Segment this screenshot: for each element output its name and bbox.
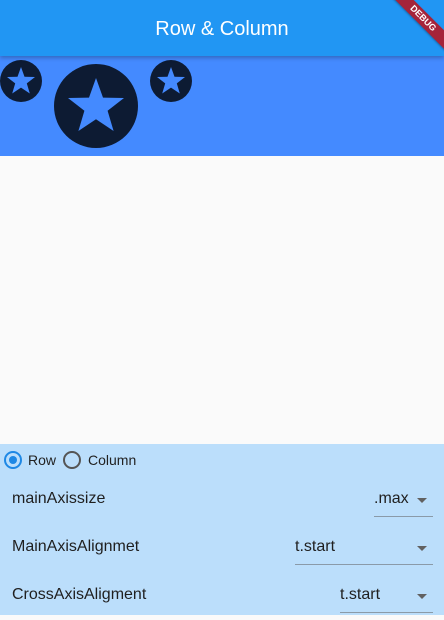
setting-label: mainAxissize — [12, 490, 106, 507]
content-area — [0, 156, 444, 444]
setting-cross-axis-alignment: CrossAxisAligment t.start — [0, 572, 444, 620]
page-title: Row & Column — [155, 18, 289, 40]
setting-label: MainAxisAlignmet — [12, 538, 140, 555]
setting-main-axis-size: mainAxissize .max — [0, 476, 444, 524]
setting-main-axis-alignment: MainAxisAlignmet t.start — [0, 524, 444, 572]
radio-column-label[interactable]: Column — [88, 452, 136, 468]
main-axis-alignment-dropdown[interactable]: t.start — [295, 532, 433, 565]
star-icon — [150, 60, 192, 102]
radio-column[interactable] — [63, 451, 81, 469]
dropdown-value: .max — [374, 490, 409, 507]
radio-row[interactable] — [4, 451, 22, 469]
main-axis-size-dropdown[interactable]: .max — [374, 484, 433, 517]
app-bar: Row & Column — [0, 0, 444, 56]
controls-panel: Row Column mainAxissize .max MainAxisAli… — [0, 444, 444, 615]
chevron-down-icon — [417, 546, 427, 551]
star-icon — [54, 64, 138, 148]
dropdown-value: t.start — [340, 586, 381, 603]
star-icon — [0, 60, 42, 102]
chevron-down-icon — [417, 498, 427, 503]
radio-row-label[interactable]: Row — [28, 452, 56, 468]
layout-mode-group: Row Column — [0, 444, 444, 476]
cross-axis-alignment-dropdown[interactable]: t.start — [340, 580, 433, 613]
dropdown-value: t.start — [295, 538, 336, 555]
setting-label: CrossAxisAligment — [12, 586, 147, 603]
row-stage — [0, 56, 444, 156]
chevron-down-icon — [417, 594, 427, 599]
